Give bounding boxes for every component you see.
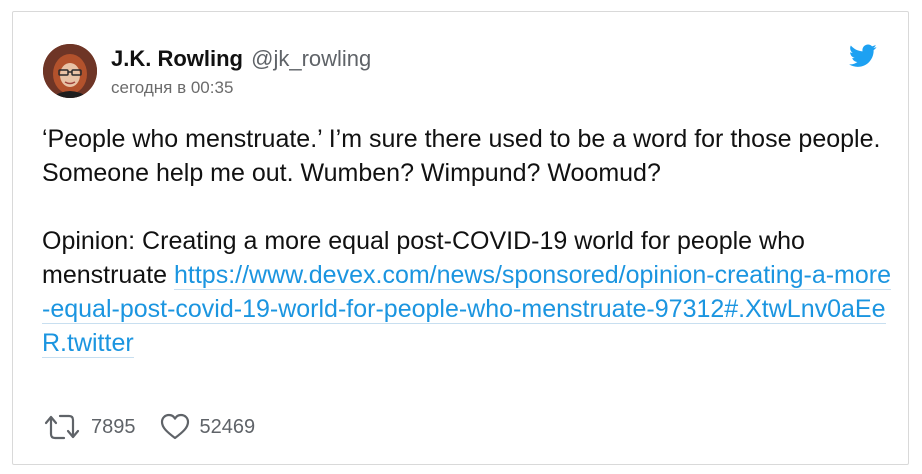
like-button[interactable]: 52469 [160,413,256,441]
retweet-button[interactable]: 7895 [43,412,136,442]
author-display-name[interactable]: J.K. Rowling [111,46,243,71]
like-count: 52469 [199,415,256,438]
tweet-timestamp[interactable]: сегодня в 00:35 [111,78,233,98]
tweet-text-paragraph-2: Opinion: Creating a more equal post-COVI… [42,224,892,360]
twitter-bird-icon[interactable] [849,44,877,68]
tweet-text-paragraph-1: ‘People who menstruate.’ I’m sure there … [42,125,881,187]
heart-icon [160,413,190,441]
author-handle[interactable]: @jk_rowling [251,46,371,71]
retweet-icon [43,412,81,442]
author-line: J.K. Rowling @jk_rowling [111,46,371,72]
tweet-text: ‘People who menstruate.’ I’m sure there … [42,122,892,360]
retweet-count: 7895 [91,415,136,438]
tweet-card: J.K. Rowling @jk_rowling сегодня в 00:35… [12,11,909,465]
avatar[interactable] [43,44,97,98]
profile-photo [43,44,97,98]
tweet-actions: 7895 52469 [43,412,255,442]
